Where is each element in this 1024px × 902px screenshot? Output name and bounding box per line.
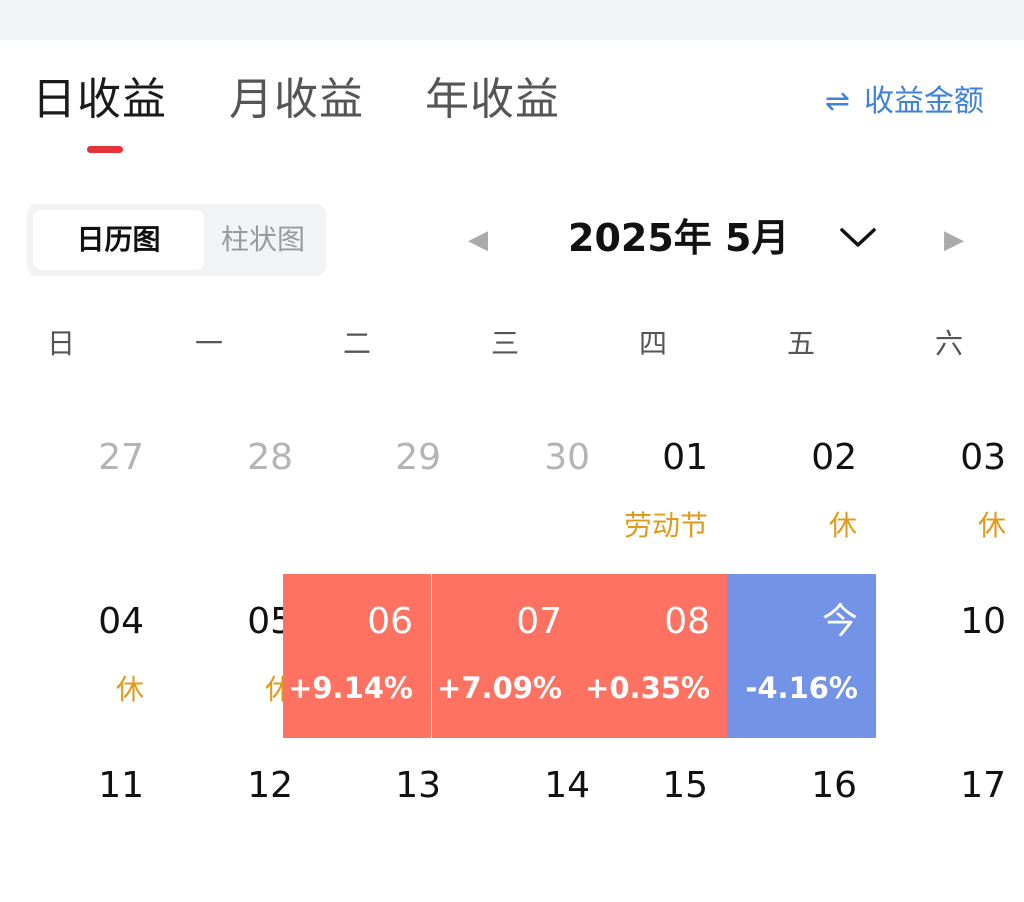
calendar-day-cell[interactable]: 今 -4.16% <box>727 574 876 738</box>
daily-return-label: +7.09% <box>437 671 562 705</box>
tab-yearly-earnings[interactable]: 年收益 <box>425 74 560 126</box>
chevron-down-icon[interactable] <box>838 222 878 252</box>
calendar-day-number: 07 <box>516 601 562 642</box>
calendar-day-number: 06 <box>367 601 413 642</box>
calendar-day-cell[interactable]: 01 劳动节 <box>578 410 726 574</box>
calendar-day-cell[interactable]: 03 休 <box>876 410 1024 574</box>
switch-earnings-amount-label: 收益金额 <box>864 84 984 119</box>
calendar-day-cell[interactable]: 15 <box>578 738 726 902</box>
calendar-day-cell[interactable]: 29 <box>311 410 459 574</box>
weekday-label: 日 <box>46 327 75 360</box>
weekday-label: 六 <box>934 327 963 360</box>
calendar-day-cell[interactable]: 08 +0.35% <box>580 574 728 738</box>
calendar-day-number: 02 <box>811 437 857 478</box>
switch-earnings-amount-button[interactable]: ⇌ 收益金额 <box>825 82 984 122</box>
calendar-day-number: 13 <box>395 765 441 806</box>
month-label[interactable]: 2025年 5月 <box>568 213 789 263</box>
calendar-day-cell[interactable]: 04 休 <box>14 574 162 738</box>
prev-month-icon[interactable]: ◀ <box>460 222 496 258</box>
calendar-day-number: 11 <box>98 765 144 806</box>
calendar-day-cell[interactable]: 10 <box>876 574 1024 738</box>
calendar-view-option[interactable]: 日历图 <box>33 210 204 270</box>
active-tab-indicator <box>87 146 123 153</box>
calendar-day-number: 15 <box>662 765 708 806</box>
calendar-day-number: 28 <box>247 437 293 478</box>
calendar-day-number: 今 <box>821 601 858 642</box>
calendar-day-cell[interactable]: 17 <box>876 738 1024 902</box>
calendar-day-cell[interactable]: 11 <box>14 738 162 902</box>
calendar-day-number: 10 <box>960 601 1006 642</box>
daily-return-label: -4.16% <box>745 671 858 705</box>
holiday-label: 劳动节 <box>623 509 708 542</box>
daily-return-label: +0.35% <box>585 671 710 705</box>
weekday-label: 四 <box>638 327 667 360</box>
calendar-day-number: 04 <box>98 601 144 642</box>
calendar-day-cell[interactable]: 27 <box>14 410 162 574</box>
calendar-day-number: 03 <box>960 437 1006 478</box>
calendar-day-number: 27 <box>98 437 144 478</box>
next-month-icon[interactable]: ▶ <box>936 222 972 258</box>
status-bar-area <box>0 0 1024 40</box>
tab-daily-earnings[interactable]: 日收益 <box>32 74 167 126</box>
holiday-label: 休 <box>828 509 857 542</box>
holiday-label: 休 <box>977 509 1006 542</box>
calendar-day-cell[interactable]: 07 +7.09% <box>432 574 580 738</box>
calendar-day-number: 01 <box>662 437 708 478</box>
tab-monthly-earnings[interactable]: 月收益 <box>229 74 364 126</box>
calendar-day-number: 16 <box>811 765 857 806</box>
view-toggle: 日历图 柱状图 <box>27 204 326 276</box>
bar-chart-view-option[interactable]: 柱状图 <box>205 210 321 270</box>
holiday-label: 休 <box>115 673 144 706</box>
calendar-day-cell[interactable]: 16 <box>727 738 875 902</box>
weekday-label: 三 <box>490 327 519 360</box>
calendar-day-cell[interactable]: 13 <box>311 738 459 902</box>
calendar-day-number: 17 <box>960 765 1006 806</box>
weekday-label: 一 <box>194 327 223 360</box>
calendar-day-number: 08 <box>664 601 710 642</box>
calendar-day-number: 29 <box>395 437 441 478</box>
calendar-day-number: 12 <box>247 765 293 806</box>
weekday-label: 五 <box>786 327 815 360</box>
swap-icon: ⇌ <box>824 84 850 119</box>
calendar-day-cell[interactable]: 12 <box>163 738 311 902</box>
daily-return-label: +9.14% <box>288 671 413 705</box>
calendar-day-cell[interactable]: 02 休 <box>727 410 875 574</box>
calendar-day-cell[interactable]: 28 <box>163 410 311 574</box>
calendar-day-cell[interactable]: 06 +9.14% <box>283 574 431 738</box>
weekday-label: 二 <box>342 327 371 360</box>
